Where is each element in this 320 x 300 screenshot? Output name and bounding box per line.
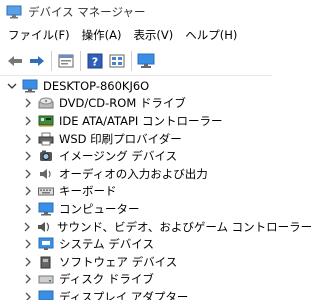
computer-icon: [38, 202, 54, 216]
tree-item-label: ディスク ドライブ: [59, 272, 154, 287]
sound-icon: [36, 220, 52, 234]
ide-controller-icon: [38, 114, 54, 128]
tree-item-label: サウンド、ビデオ、およびゲーム コントローラー: [57, 219, 313, 234]
camera-icon: [38, 149, 54, 163]
device-manager-icon: [6, 5, 22, 19]
help-icon[interactable]: ?: [84, 50, 106, 72]
speaker-icon: [38, 167, 54, 181]
monitor-icon[interactable]: [135, 50, 157, 72]
chevron-right-icon[interactable]: [22, 150, 34, 162]
chevron-right-icon[interactable]: [22, 97, 34, 109]
tree-root[interactable]: DESKTOP-860KJ6O: [0, 77, 272, 95]
chevron-right-icon[interactable]: [22, 203, 34, 215]
tree-item-sound-video-game[interactable]: サウンド、ビデオ、およびゲーム コントローラー: [0, 218, 312, 236]
disk-drive-icon: [38, 272, 54, 286]
back-arrow-icon[interactable]: [4, 50, 26, 72]
tree-item-dvd-cdrom[interactable]: DVD/CD-ROM ドライブ: [0, 95, 272, 113]
toolbar: ?: [0, 46, 272, 76]
properties-icon[interactable]: [55, 50, 77, 72]
tree-item-label: イメージング デバイス: [59, 149, 178, 164]
tree-item-display-adapters[interactable]: ディスプレイ アダプター: [0, 288, 272, 300]
tree-item-wsd-print[interactable]: WSD 印刷プロバイダー: [0, 130, 272, 148]
tree-item-label: IDE ATA/ATAPI コントローラー: [59, 113, 223, 128]
system-devices-icon: [38, 237, 54, 251]
menu-file[interactable]: ファイル(F): [2, 24, 76, 46]
tree-item-label: システム デバイス: [59, 237, 154, 252]
tree-root-label: DESKTOP-860KJ6O: [43, 78, 150, 93]
device-tree: DESKTOP-860KJ6O DVD/CD-ROM ドライブ IDE ATA/…: [0, 77, 312, 300]
tree-item-computer[interactable]: コンピューター: [0, 200, 272, 218]
software-devices-icon: [38, 255, 54, 269]
chevron-right-icon[interactable]: [22, 256, 34, 268]
tree-item-imaging[interactable]: イメージング デバイス: [0, 147, 272, 165]
tree-item-system-devices[interactable]: システム デバイス: [0, 235, 272, 253]
tree-item-audio-io[interactable]: オーディオの入力および出力: [0, 165, 272, 183]
menu-view[interactable]: 表示(V): [127, 24, 179, 46]
tree-item-label: ソフトウェア デバイス: [59, 254, 178, 269]
chevron-right-icon[interactable]: [22, 221, 32, 233]
computer-icon: [22, 79, 38, 93]
tree-item-software-devices[interactable]: ソフトウェア デバイス: [0, 253, 272, 271]
tree-item-label: DVD/CD-ROM ドライブ: [59, 96, 186, 111]
tree-item-label: ディスプレイ アダプター: [59, 289, 189, 300]
toolbar-separator: [80, 50, 81, 71]
tree-item-label: WSD 印刷プロバイダー: [59, 131, 182, 146]
chevron-right-icon[interactable]: [22, 115, 34, 127]
tree-item-label: コンピューター: [59, 201, 140, 216]
toolbar-separator: [51, 50, 52, 71]
tree-item-keyboard[interactable]: キーボード: [0, 183, 272, 201]
svg-text:?: ?: [92, 55, 98, 68]
menu-action[interactable]: 操作(A): [76, 24, 128, 46]
chevron-right-icon[interactable]: [22, 273, 34, 285]
display-adapter-icon: [38, 290, 54, 300]
cd-drive-icon: [38, 96, 54, 110]
title-bar: デバイス マネージャー: [0, 0, 272, 24]
chevron-right-icon[interactable]: [22, 185, 34, 197]
menu-help[interactable]: ヘルプ(H): [179, 24, 243, 46]
window-title: デバイス マネージャー: [28, 5, 146, 19]
printer-icon: [38, 132, 54, 146]
forward-arrow-icon[interactable]: [26, 50, 48, 72]
chevron-down-icon[interactable]: [6, 80, 18, 92]
chevron-right-icon[interactable]: [22, 291, 34, 300]
tree-item-ide-controller[interactable]: IDE ATA/ATAPI コントローラー: [0, 112, 272, 130]
tree-item-label: オーディオの入力および出力: [59, 166, 208, 181]
keyboard-icon: [38, 184, 54, 198]
menu-bar: ファイル(F) 操作(A) 表示(V) ヘルプ(H): [0, 24, 272, 46]
toolbar-separator: [131, 50, 132, 71]
tree-item-label: キーボード: [59, 184, 117, 199]
tree-item-disk-drives[interactable]: ディスク ドライブ: [0, 271, 272, 289]
chevron-right-icon[interactable]: [22, 238, 34, 250]
chevron-right-icon[interactable]: [22, 133, 34, 145]
chevron-right-icon[interactable]: [22, 168, 34, 180]
view-icon[interactable]: [106, 50, 128, 72]
